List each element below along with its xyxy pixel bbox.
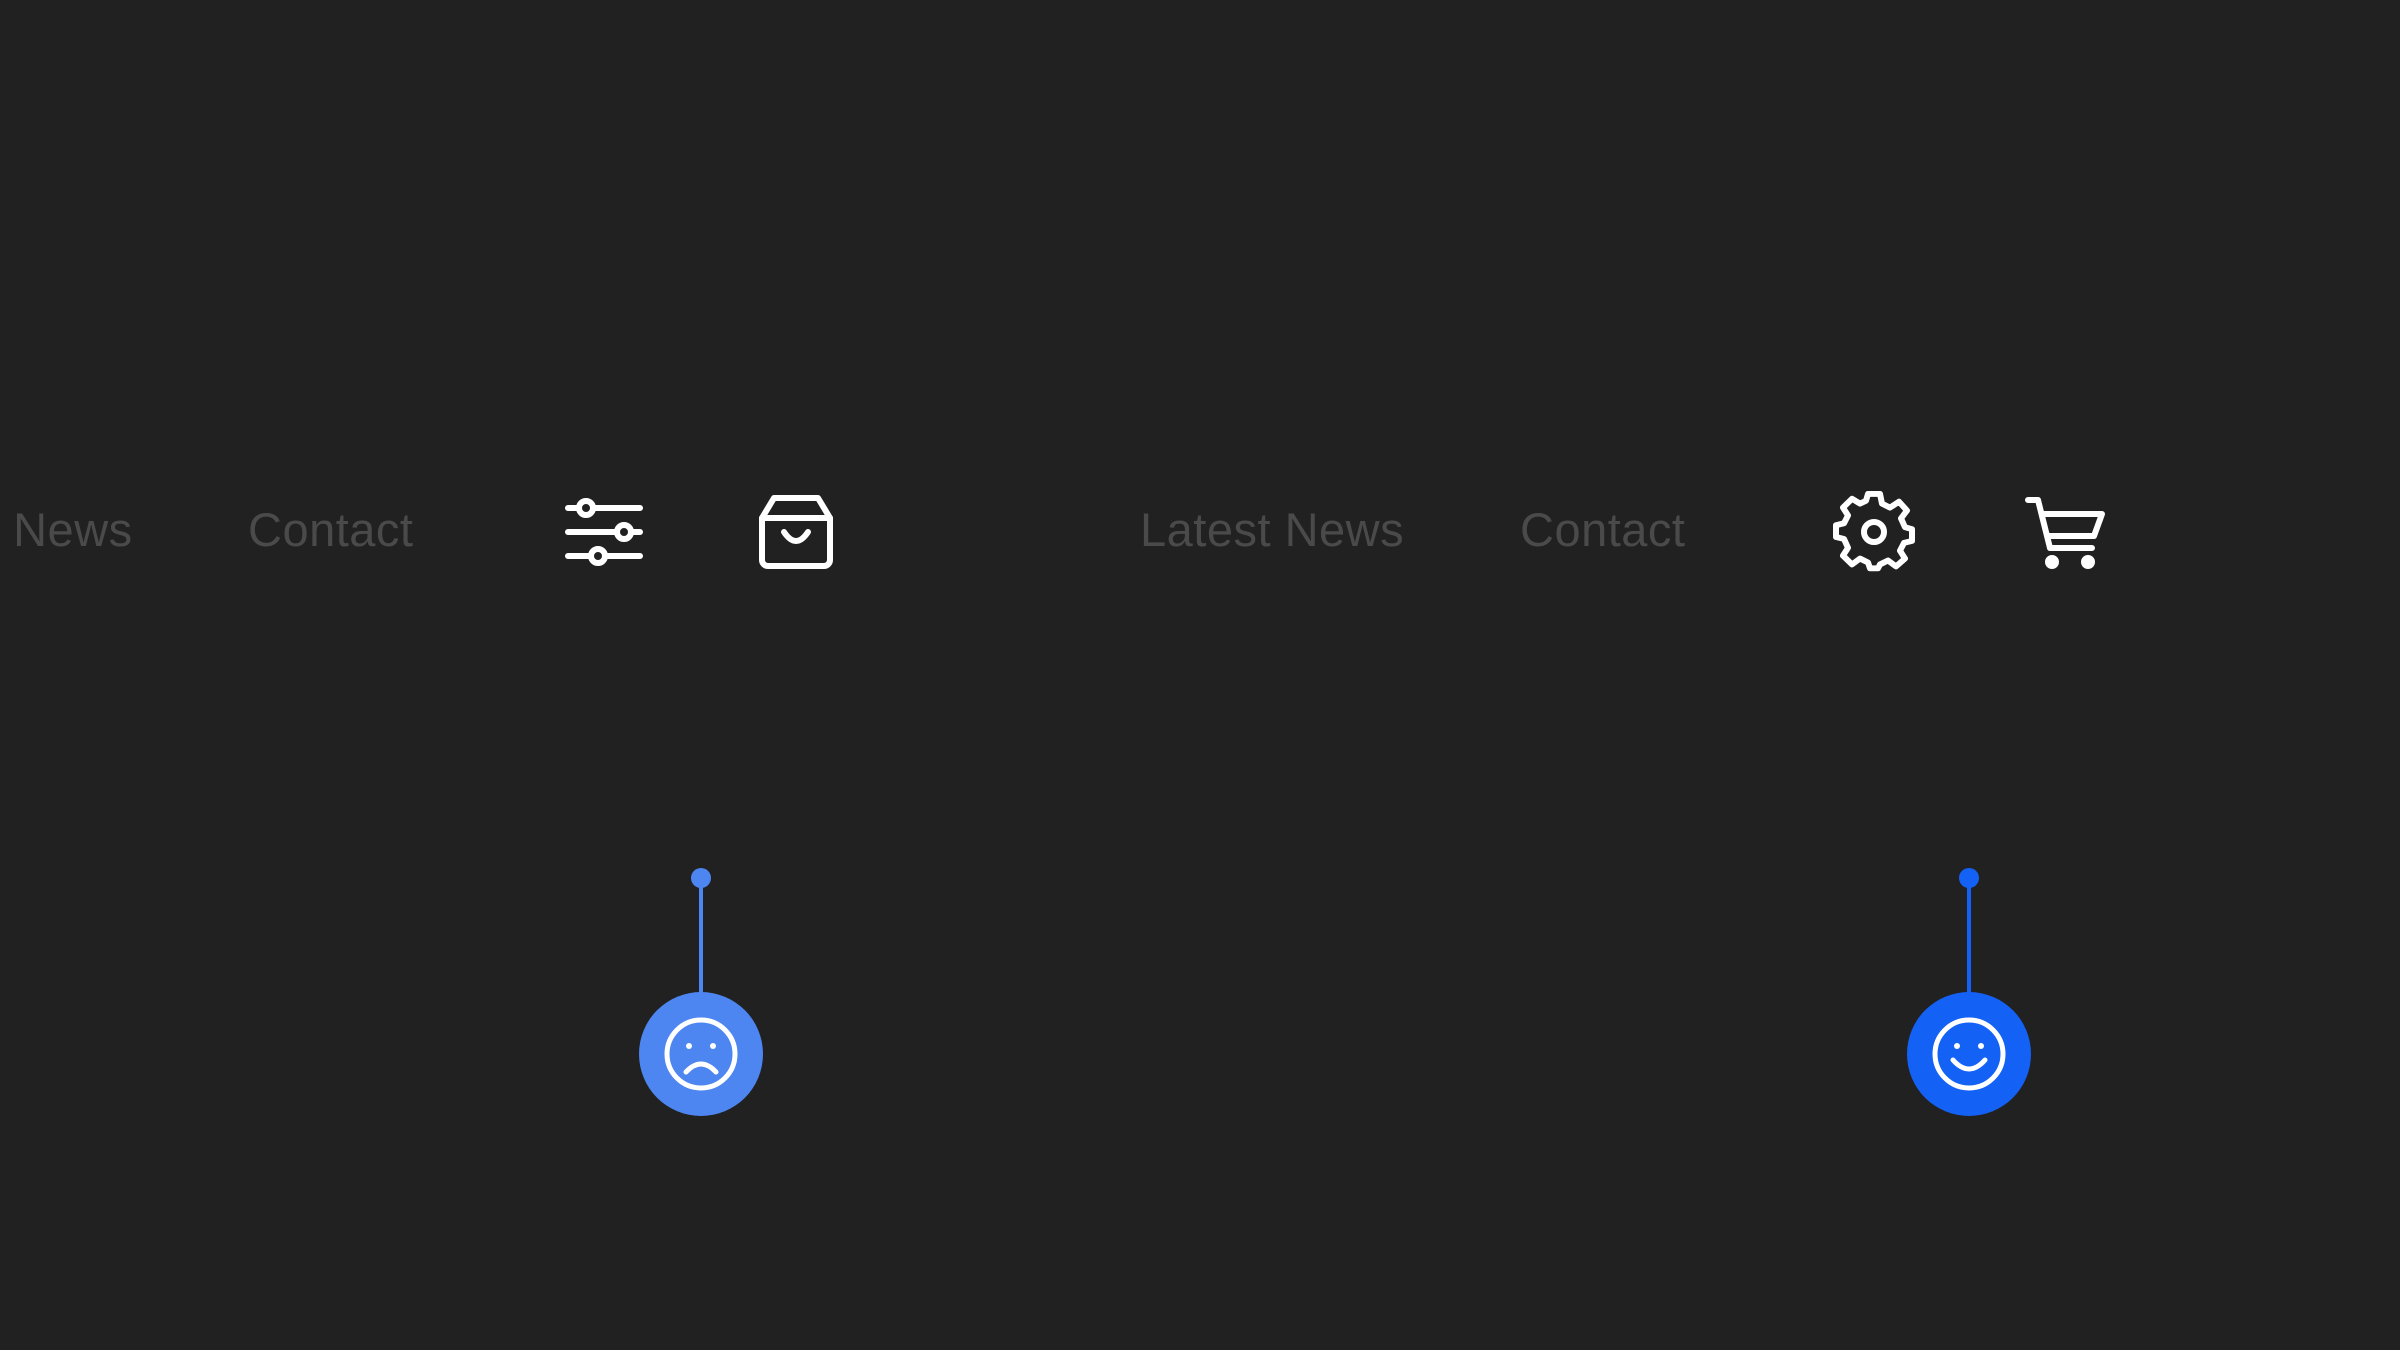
shopping-bag-icon (759, 495, 833, 569)
happy-marker[interactable] (1904, 868, 2034, 1120)
filter-button[interactable] (562, 490, 646, 574)
bag-button[interactable] (754, 490, 838, 574)
nav-link-latest-news[interactable]: t News (0, 498, 133, 562)
settings-button[interactable] (1832, 490, 1916, 574)
right-panel: Latest News Contact (1100, 0, 2400, 1350)
sad-marker[interactable] (636, 868, 766, 1120)
nav-link-contact[interactable]: Contact (1520, 498, 1685, 562)
marker-stem (1967, 880, 1971, 1000)
shopping-cart-icon (2025, 497, 2105, 569)
marker-stem (699, 880, 703, 1000)
sliders-icon (565, 498, 643, 566)
canvas: t News Contact Latest News Contact (0, 0, 2400, 1350)
sad-face-icon (664, 1017, 738, 1091)
marker-bubble (1907, 992, 2031, 1116)
gear-icon (1833, 490, 1915, 572)
nav-link-contact[interactable]: Contact (248, 498, 413, 562)
nav-link-latest-news[interactable]: Latest News (1140, 498, 1404, 562)
happy-face-icon (1932, 1017, 2006, 1091)
left-panel: t News Contact (0, 0, 1100, 1350)
cart-button[interactable] (2024, 490, 2108, 574)
marker-bubble (639, 992, 763, 1116)
